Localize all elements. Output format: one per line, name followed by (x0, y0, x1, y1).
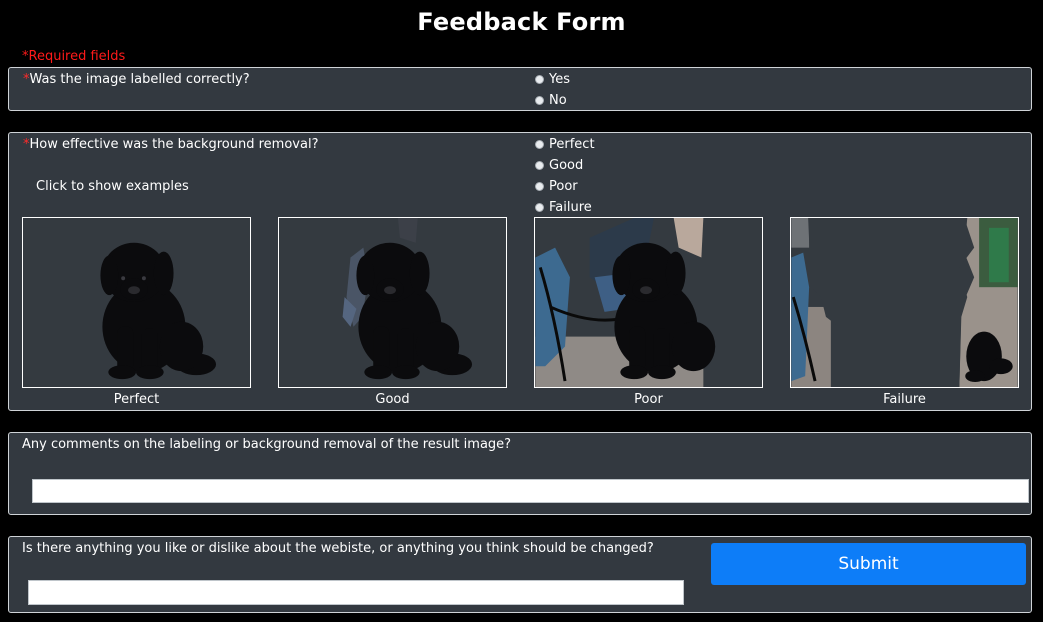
background-removal-panel: *How effective was the background remova… (8, 132, 1032, 411)
radio-yes-label: Yes (549, 72, 570, 87)
puppy-perfect-image (23, 218, 250, 387)
radio-circle[interactable] (535, 75, 544, 84)
website-feedback-input[interactable] (28, 580, 684, 605)
label-correct-panel: *Was the image labelled correctly? Yes N… (8, 67, 1032, 111)
radio-yes[interactable]: Yes (535, 72, 570, 87)
radio-failure-label: Failure (549, 200, 592, 215)
label-correct-question-text: Was the image labelled correctly? (29, 72, 250, 87)
radio-poor[interactable]: Poor (535, 179, 578, 194)
label-correct-question: *Was the image labelled correctly? (23, 72, 250, 87)
example-image-failure (790, 217, 1019, 388)
website-feedback-panel: Is there anything you like or dislike ab… (8, 536, 1032, 613)
radio-no-label: No (549, 93, 567, 108)
radio-perfect-label: Perfect (549, 137, 595, 152)
example-label-good: Good (375, 392, 410, 407)
labeling-comments-input[interactable] (32, 479, 1029, 503)
labeling-comments-question: Any comments on the labeling or backgrou… (22, 437, 512, 452)
radio-circle[interactable] (535, 96, 544, 105)
radio-circle[interactable] (535, 203, 544, 212)
radio-good-label: Good (549, 158, 584, 173)
example-image-poor (534, 217, 763, 388)
background-removal-question: *How effective was the background remova… (23, 137, 318, 152)
example-label-failure: Failure (883, 392, 926, 407)
show-examples-link[interactable]: Click to show examples (36, 179, 189, 194)
puppy-failure-image (791, 218, 1018, 387)
radio-good[interactable]: Good (535, 158, 583, 173)
radio-circle[interactable] (535, 182, 544, 191)
example-label-perfect: Perfect (113, 392, 160, 407)
page-title: Feedback Form (417, 8, 626, 36)
background-removal-question-text: How effective was the background removal… (29, 137, 319, 152)
required-fields-note: *Required fields (22, 49, 126, 64)
radio-no[interactable]: No (535, 93, 567, 108)
website-feedback-question: Is there anything you like or dislike ab… (22, 541, 654, 556)
radio-failure[interactable]: Failure (535, 200, 592, 215)
puppy-good-image (279, 218, 506, 387)
labeling-comments-panel: Any comments on the labeling or backgrou… (8, 432, 1032, 515)
radio-perfect[interactable]: Perfect (535, 137, 595, 152)
radio-circle[interactable] (535, 161, 544, 170)
radio-poor-label: Poor (549, 179, 578, 194)
example-image-good (278, 217, 507, 388)
puppy-poor-image (535, 218, 762, 387)
submit-button[interactable]: Submit (711, 543, 1026, 585)
example-label-poor: Poor (634, 392, 663, 407)
example-image-perfect (22, 217, 251, 388)
radio-circle[interactable] (535, 140, 544, 149)
